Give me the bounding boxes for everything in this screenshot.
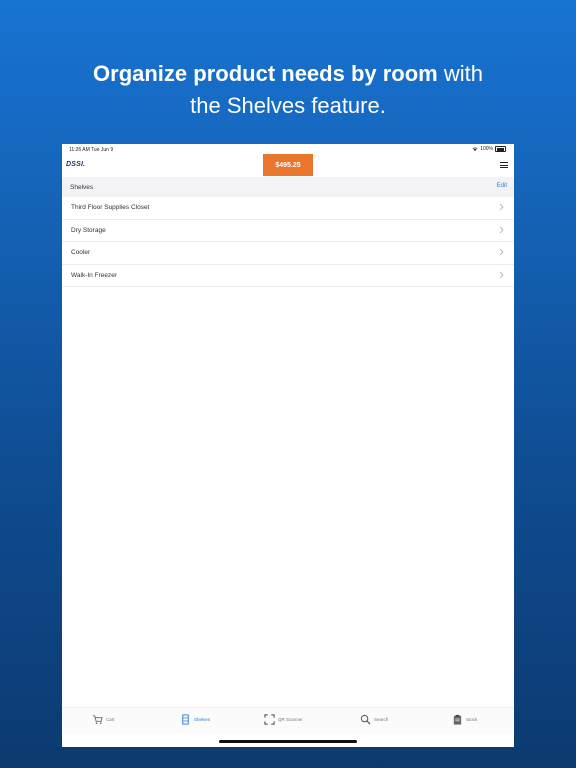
shelf-row-cooler[interactable]: Cooler: [62, 242, 514, 265]
shelf-label: Third Floor Supplies Closet: [71, 204, 150, 211]
tab-label: Search: [374, 717, 389, 722]
shelf-row-dry-storage[interactable]: Dry Storage: [62, 220, 514, 242]
battery-percent: 100%: [480, 146, 493, 152]
wifi-icon: [472, 147, 478, 151]
battery-icon: [495, 146, 506, 152]
status-right: 100%: [472, 146, 506, 152]
shelf-label: Walk-In Freezer: [71, 271, 117, 279]
cart-total-button[interactable]: $495.25: [263, 154, 313, 176]
section-title: Shelves: [70, 184, 94, 191]
tab-search[interactable]: Search: [360, 714, 388, 725]
tab-label: Cart: [106, 717, 115, 722]
status-bar: 11:26 AM Tue Jun 9 100%: [62, 144, 514, 154]
chevron-right-icon: [499, 271, 504, 278]
tab-qr-scanner[interactable]: QR Scanner: [264, 714, 303, 725]
tab-stock[interactable]: Stock: [452, 714, 477, 725]
scanner-icon: [264, 714, 275, 725]
headline-line-2: the Shelves feature.: [190, 93, 386, 118]
tab-cart[interactable]: Cart: [92, 714, 115, 725]
status-time: 11:26 AM Tue Jun 9: [69, 147, 114, 153]
chevron-right-icon: [499, 248, 504, 256]
clipboard-icon: [453, 714, 462, 725]
headline-line-1: Organize product needs by room with: [0, 58, 576, 90]
dssi-logo: DSSI.: [66, 161, 86, 168]
shelves-list: Third Floor Supplies Closet Dry Storage …: [62, 197, 514, 287]
search-icon: [360, 714, 371, 725]
headline-bold: Organize product needs by room: [93, 61, 438, 86]
chevron-right-icon: [499, 226, 504, 233]
hamburger-menu-icon[interactable]: [500, 162, 508, 168]
promo-headline: Organize product needs by room with the …: [0, 58, 576, 122]
tab-label: QR Scanner: [278, 717, 303, 722]
headline-regular: with: [437, 61, 483, 86]
shelf-label: Dry Storage: [71, 226, 106, 234]
tab-bar: Cart Shelves QR Scanner Search Stock: [62, 707, 514, 734]
tablet-screen: 11:26 AM Tue Jun 9 100% DSSI. $495.25 Sh…: [62, 144, 514, 747]
chevron-right-icon: [499, 203, 504, 211]
tab-shelves[interactable]: Shelves: [180, 714, 210, 725]
shelf-row-walk-in-freezer[interactable]: Walk-In Freezer: [62, 265, 514, 287]
tab-label: Shelves: [194, 717, 211, 722]
edit-button[interactable]: Edit: [497, 183, 507, 189]
tab-label: Stock: [466, 717, 478, 722]
top-bar: DSSI. $495.25: [62, 154, 514, 176]
home-indicator[interactable]: [219, 740, 357, 743]
shelves-section-header: Shelves Edit: [62, 177, 514, 197]
shelves-icon: [182, 714, 189, 725]
shelf-row-third-floor[interactable]: Third Floor Supplies Closet: [62, 197, 514, 220]
shelf-label: Cooler: [71, 249, 91, 256]
cart-icon: [92, 715, 103, 724]
